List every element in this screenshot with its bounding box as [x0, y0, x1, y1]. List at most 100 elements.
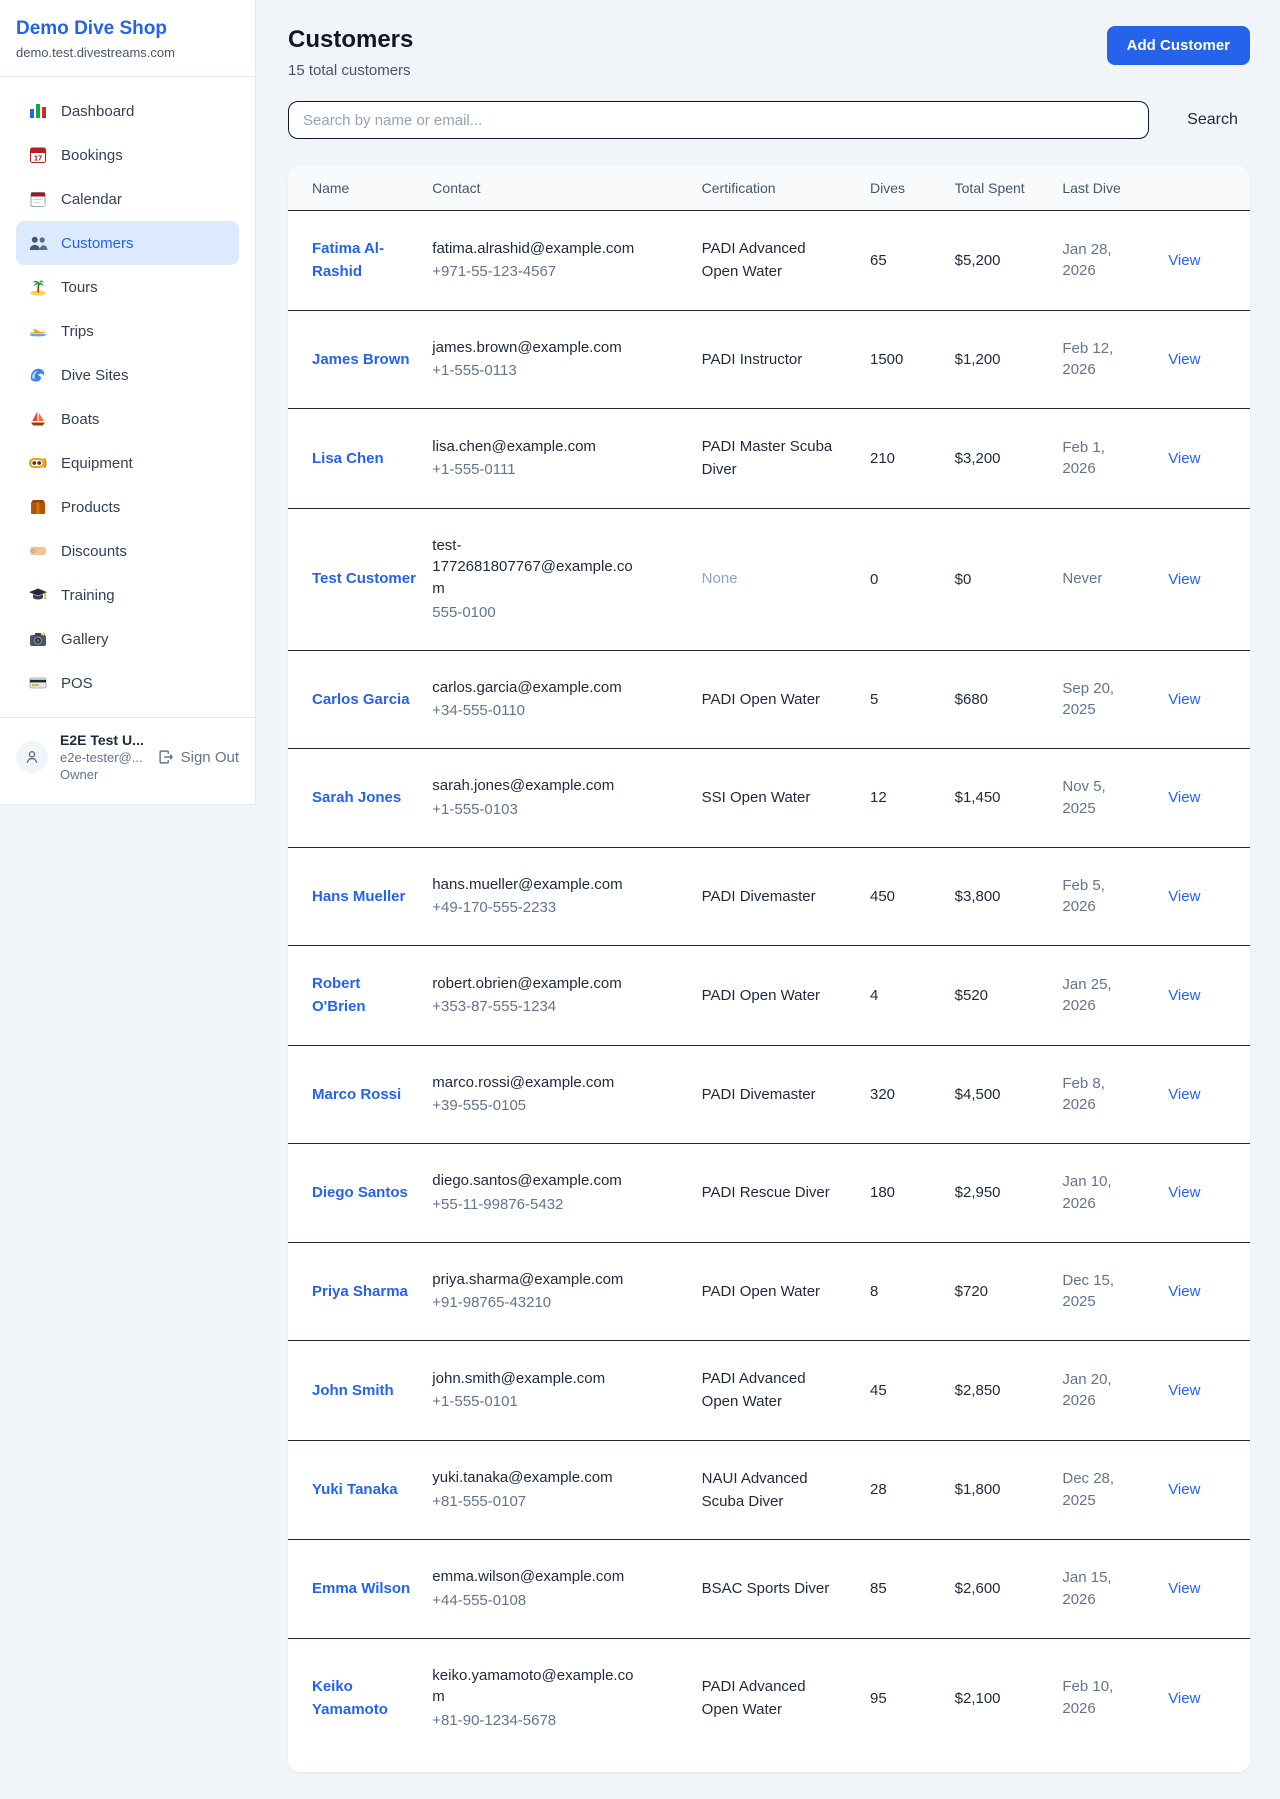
sidebar-item-tours[interactable]: Tours — [16, 265, 239, 309]
customer-name-link[interactable]: James Brown — [312, 348, 410, 371]
customer-name-link[interactable]: Yuki Tanaka — [312, 1478, 398, 1501]
view-link[interactable]: View — [1168, 1690, 1200, 1707]
view-link[interactable]: View — [1168, 351, 1200, 368]
package-icon — [28, 497, 48, 517]
cell-last-dive-wrap: Dec 15, 2025 — [1062, 1242, 1168, 1341]
customer-phone: +81-555-0107 — [432, 1491, 685, 1513]
customer-last-dive: Jan 15, 2026 — [1062, 1567, 1140, 1611]
customer-phone: +49-170-555-2233 — [432, 897, 685, 919]
customer-name-link[interactable]: Keiko Yamamoto — [312, 1675, 416, 1722]
table-row: Sarah Jones sarah.jones@example.com+1-555… — [288, 749, 1250, 848]
cell-name: Fatima Al-Rashid — [288, 211, 432, 311]
view-link[interactable]: View — [1168, 987, 1200, 1004]
customer-name-link[interactable]: Emma Wilson — [312, 1577, 410, 1600]
customer-name-link[interactable]: Hans Mueller — [312, 885, 405, 908]
customer-last-dive: Jan 28, 2026 — [1062, 239, 1140, 283]
customer-email: fatima.alrashid@example.com — [432, 238, 638, 260]
cell-dives: 5 — [870, 650, 955, 749]
view-link[interactable]: View — [1168, 1580, 1200, 1597]
bar-chart-icon — [28, 101, 48, 121]
customer-email: sarah.jones@example.com — [432, 775, 638, 797]
view-link[interactable]: View — [1168, 1184, 1200, 1201]
customer-certification: BSAC Sports Diver — [702, 1577, 842, 1600]
cell-contact: yuki.tanaka@example.com+81-555-0107 — [432, 1440, 701, 1540]
customer-last-dive: Feb 5, 2026 — [1062, 875, 1140, 919]
sidebar-item-boats[interactable]: Boats — [16, 397, 239, 441]
customer-name-link[interactable]: Diego Santos — [312, 1181, 408, 1204]
sidebar-item-label: Tours — [61, 279, 98, 296]
customer-email: james.brown@example.com — [432, 337, 638, 359]
customer-name-link[interactable]: Fatima Al-Rashid — [312, 237, 416, 284]
sidebar-item-customers[interactable]: Customers — [16, 221, 239, 265]
search-input[interactable] — [288, 101, 1149, 139]
calendar-icon — [28, 189, 48, 209]
customer-name-link[interactable]: Robert O'Brien — [312, 972, 416, 1019]
graduation-cap-icon — [28, 585, 48, 605]
sidebar-item-trips[interactable]: Trips — [16, 309, 239, 353]
cell-certification-wrap: None — [702, 508, 870, 650]
sidebar-item-dashboard[interactable]: Dashboard — [16, 89, 239, 133]
island-icon — [28, 277, 48, 297]
customer-name-link[interactable]: Carlos Garcia — [312, 688, 410, 711]
view-link[interactable]: View — [1168, 450, 1200, 467]
table-row: Marco Rossi marco.rossi@example.com+39-55… — [288, 1045, 1250, 1144]
customer-name-link[interactable]: Priya Sharma — [312, 1280, 408, 1303]
cell-contact: sarah.jones@example.com+1-555-0103 — [432, 749, 701, 848]
customer-name-link[interactable]: Lisa Chen — [312, 447, 384, 470]
customer-name-link[interactable]: Test Customer — [312, 567, 416, 590]
cell-dives: 8 — [870, 1242, 955, 1341]
customer-name-link[interactable]: Sarah Jones — [312, 786, 401, 809]
camera-icon — [28, 629, 48, 649]
cell-last-dive-wrap: Dec 28, 2025 — [1062, 1440, 1168, 1540]
view-link[interactable]: View — [1168, 252, 1200, 269]
sidebar-item-dive-sites[interactable]: Dive Sites — [16, 353, 239, 397]
add-customer-button[interactable]: Add Customer — [1107, 26, 1250, 65]
customer-last-dive: Feb 1, 2026 — [1062, 437, 1140, 481]
view-link[interactable]: View — [1168, 1086, 1200, 1103]
sidebar-item-equipment[interactable]: Equipment — [16, 441, 239, 485]
customer-name-link[interactable]: John Smith — [312, 1379, 394, 1402]
sidebar-item-discounts[interactable]: Discounts — [16, 529, 239, 573]
sidebar-item-products[interactable]: Products — [16, 485, 239, 529]
sidebar-item-bookings[interactable]: 17 Bookings — [16, 133, 239, 177]
search-button[interactable]: Search — [1175, 103, 1250, 137]
cell-view: View — [1168, 1144, 1250, 1243]
main-content: Customers 15 total customers Add Custome… — [256, 0, 1280, 1799]
shop-domain: demo.test.divestreams.com — [16, 45, 239, 60]
cell-dives: 1500 — [870, 310, 955, 409]
customer-phone: +39-555-0105 — [432, 1095, 685, 1117]
view-link[interactable]: View — [1168, 888, 1200, 905]
customer-name-link[interactable]: Marco Rossi — [312, 1083, 401, 1106]
cell-total-spent: $680 — [955, 650, 1063, 749]
cell-contact: keiko.yamamoto@example.com+81-90-1234-56… — [432, 1638, 701, 1758]
view-link[interactable]: View — [1168, 789, 1200, 806]
view-link[interactable]: View — [1168, 691, 1200, 708]
cell-certification-wrap: PADI Divemaster — [702, 847, 870, 946]
cell-name: Carlos Garcia — [288, 650, 432, 749]
view-link[interactable]: View — [1168, 1382, 1200, 1399]
cell-total-spent: $1,200 — [955, 310, 1063, 409]
cell-name: Marco Rossi — [288, 1045, 432, 1144]
table-row: Yuki Tanaka yuki.tanaka@example.com+81-55… — [288, 1440, 1250, 1540]
sidebar-item-pos[interactable]: POS — [16, 661, 239, 705]
sign-out-button[interactable]: Sign Out — [157, 748, 239, 766]
view-link[interactable]: View — [1168, 1481, 1200, 1498]
customer-phone: +81-90-1234-5678 — [432, 1710, 685, 1732]
cell-certification-wrap: PADI Advanced Open Water — [702, 1638, 870, 1758]
view-link[interactable]: View — [1168, 571, 1200, 588]
sidebar-item-gallery[interactable]: Gallery — [16, 617, 239, 661]
cell-view: View — [1168, 1045, 1250, 1144]
cell-total-spent: $2,100 — [955, 1638, 1063, 1758]
sidebar-item-calendar[interactable]: Calendar — [16, 177, 239, 221]
cell-contact: marco.rossi@example.com+39-555-0105 — [432, 1045, 701, 1144]
customer-last-dive: Jan 10, 2026 — [1062, 1171, 1140, 1215]
customer-email: lisa.chen@example.com — [432, 436, 638, 458]
cell-contact: test-1772681807767@example.com555-0100 — [432, 508, 701, 650]
sidebar-item-training[interactable]: Training — [16, 573, 239, 617]
table-row: John Smithjohn.smith@example.com+1-555-0… — [288, 1341, 1250, 1441]
cell-view: View — [1168, 1242, 1250, 1341]
cell-view: View — [1168, 1638, 1250, 1758]
table-row: Carlos Garciacarlos.garcia@example.com+3… — [288, 650, 1250, 749]
customer-email: carlos.garcia@example.com — [432, 677, 638, 699]
view-link[interactable]: View — [1168, 1283, 1200, 1300]
